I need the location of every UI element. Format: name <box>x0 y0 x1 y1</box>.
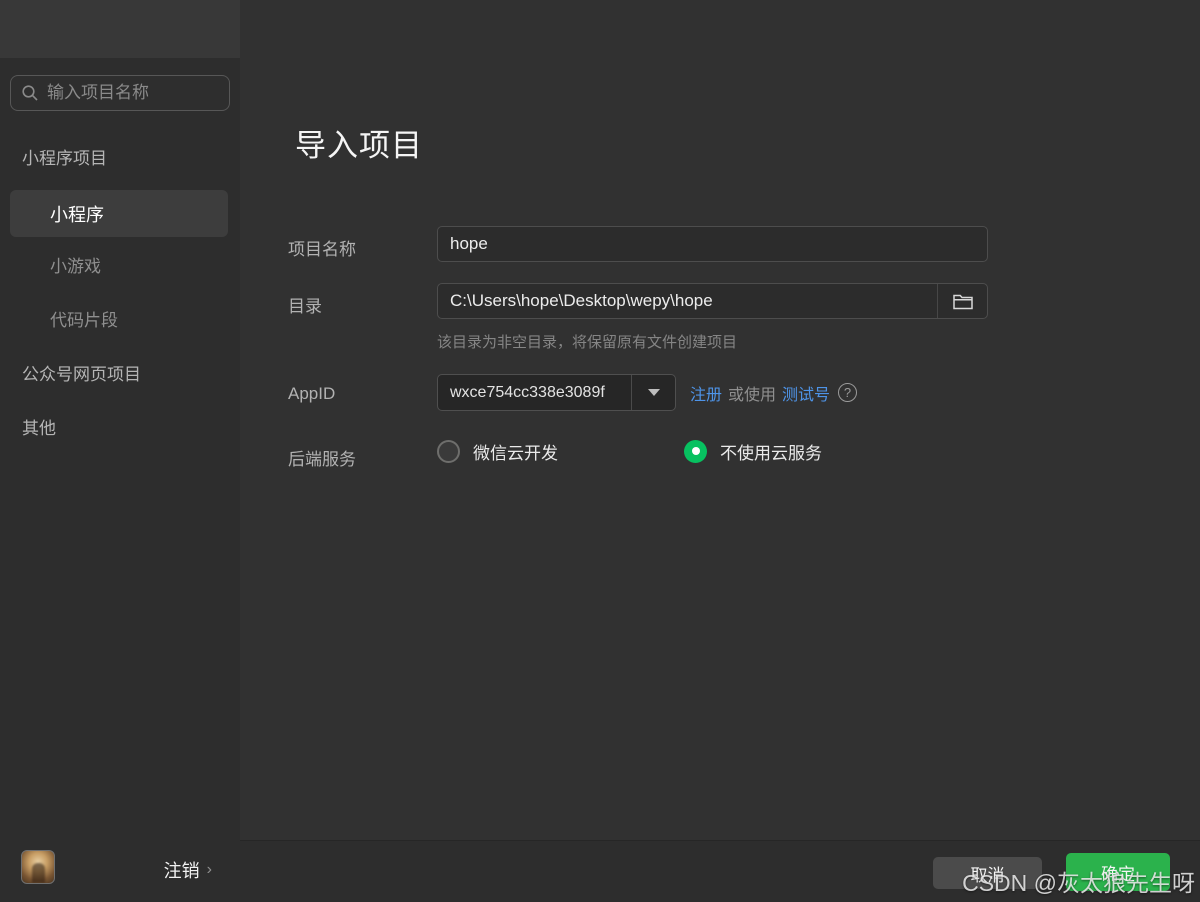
sidebar: 小程序项目 小程序 小游戏 代码片段 公众号网页项目 其他 注销 › <box>0 0 240 902</box>
radio-no-cloud-label[interactable]: 不使用云服务 <box>720 439 822 464</box>
appid-select[interactable]: wxce754cc338e3089f <box>437 374 676 411</box>
sidebar-group-other[interactable]: 其他 <box>22 416 56 442</box>
backend-label: 后端服务 <box>288 450 356 469</box>
sidebar-titlebar <box>0 0 240 58</box>
project-name-input[interactable] <box>437 226 988 262</box>
browse-folder-button[interactable] <box>937 284 987 318</box>
appid-links: 注册 或使用 测试号 ? <box>690 381 858 405</box>
appid-row: wxce754cc338e3089f 注册 或使用 测试号 ? <box>437 374 858 411</box>
sidebar-item-miniprogram[interactable]: 小程序 <box>10 190 228 237</box>
logout-button[interactable]: 注销 › <box>164 857 212 883</box>
import-project-panel: 导入项目 项目名称 目录 该目录为非空目录，将保留原有文件创建项目 AppID … <box>240 0 1200 902</box>
radio-no-cloud[interactable] <box>684 439 707 463</box>
sidebar-item-code-snippet[interactable]: 代码片段 <box>50 308 118 334</box>
chevron-right-icon: › <box>206 861 212 878</box>
backend-options: 微信云开发 不使用云服务 <box>437 438 822 464</box>
or-use-text: 或使用 <box>728 386 777 404</box>
page-title: 导入项目 <box>295 128 423 163</box>
directory-input-group <box>437 283 988 319</box>
appid-dropdown-toggle[interactable] <box>631 375 675 410</box>
directory-input[interactable] <box>438 284 937 318</box>
directory-label: 目录 <box>288 297 322 316</box>
sidebar-bottom-bar: 注销 › <box>0 838 240 902</box>
project-name-label: 项目名称 <box>288 240 356 259</box>
logout-label: 注销 <box>163 861 200 881</box>
sidebar-group-miniprogram[interactable]: 小程序项目 <box>22 146 107 172</box>
appid-value: wxce754cc338e3089f <box>450 383 605 401</box>
folder-icon <box>952 294 973 310</box>
cancel-button[interactable]: 取消 <box>933 857 1042 889</box>
footer-bar: 取消 确定 <box>240 840 1200 902</box>
chevron-down-icon <box>647 389 660 396</box>
test-account-link[interactable]: 测试号 <box>782 381 830 405</box>
user-avatar[interactable] <box>21 850 55 884</box>
appid-label: AppID <box>288 384 336 403</box>
sidebar-item-minigame[interactable]: 小游戏 <box>50 254 101 280</box>
sidebar-group-webpage[interactable]: 公众号网页项目 <box>22 362 141 388</box>
register-link[interactable]: 注册 <box>690 381 722 405</box>
confirm-button[interactable]: 确定 <box>1066 853 1170 891</box>
search-input[interactable] <box>47 83 219 103</box>
help-icon[interactable]: ? <box>838 383 858 402</box>
search-icon <box>22 85 38 101</box>
directory-hint: 该目录为非空目录，将保留原有文件创建项目 <box>437 334 738 351</box>
sidebar-item-label: 小程序 <box>50 204 104 225</box>
radio-cloud-dev-label[interactable]: 微信云开发 <box>473 439 558 464</box>
radio-cloud-dev[interactable] <box>437 439 460 463</box>
project-search-box[interactable] <box>10 75 230 111</box>
